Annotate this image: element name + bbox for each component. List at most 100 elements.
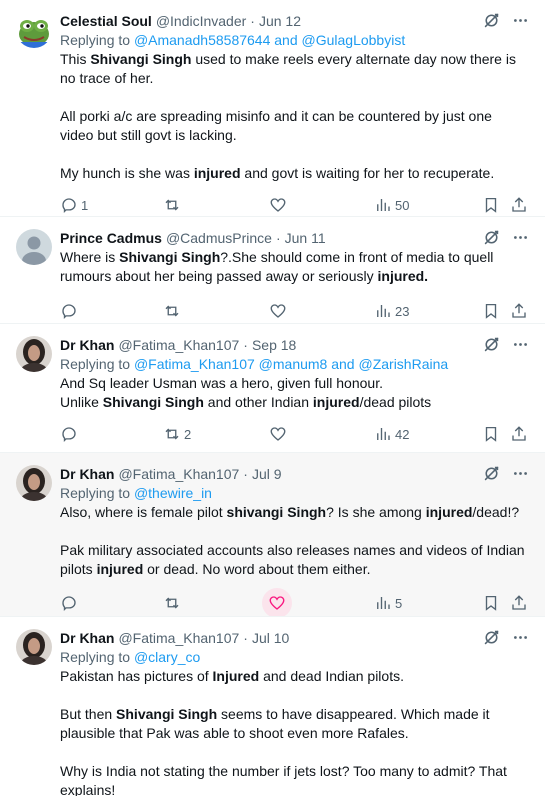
more-dots-icon[interactable] xyxy=(512,336,529,353)
grok-icon[interactable] xyxy=(483,229,500,246)
user-handle[interactable]: @Fatima_Khan107 xyxy=(118,337,239,353)
user-handle[interactable]: @CadmusPrince xyxy=(166,230,272,246)
avatar[interactable] xyxy=(16,629,52,665)
share-button[interactable] xyxy=(510,583,528,616)
display-name[interactable]: Dr Khan xyxy=(60,466,114,482)
tweet-text: This Shivangi Singh used to make reels e… xyxy=(60,50,529,183)
text-run: and govt is waiting for her to recuperat… xyxy=(240,165,495,181)
share-button[interactable] xyxy=(510,185,528,216)
text-run: Unlike xyxy=(60,394,103,410)
user-handle[interactable]: @Fatima_Khan107 xyxy=(118,466,239,482)
tweet-header: Dr Khan @Fatima_Khan107 · Jul 9 xyxy=(60,464,529,484)
replying-to-targets[interactable]: @clary_co xyxy=(134,649,200,665)
views-button[interactable]: 42 xyxy=(374,414,409,452)
avatar[interactable] xyxy=(16,229,52,265)
share-button[interactable] xyxy=(510,414,528,452)
bookmark-button[interactable] xyxy=(482,414,500,452)
tweet-paragraph: Pak military associated accounts also re… xyxy=(60,541,529,579)
views-chart-icon xyxy=(377,305,390,317)
tweet-text: Pakistan has pictures of Injured and dea… xyxy=(60,667,529,796)
replying-to-targets[interactable]: @Fatima_Khan107 @manum8 and @ZarishRaina xyxy=(134,356,448,372)
tweet-paragraph: Also, where is female pilot shivangi Sin… xyxy=(60,503,529,522)
repost-button[interactable] xyxy=(163,291,184,323)
repost-icon xyxy=(165,597,179,609)
grok-icon[interactable] xyxy=(483,336,500,353)
text-run: and other Indian xyxy=(203,394,313,410)
highlighted-keyword: Shivangi Singh xyxy=(90,51,192,67)
post-date[interactable]: Sep 18 xyxy=(252,337,296,353)
text-run: Why is India not stating the number if j… xyxy=(60,763,507,796)
grok-icon[interactable] xyxy=(483,465,500,482)
tweet-header-actions xyxy=(483,12,529,29)
tweet-text: Also, where is female pilot shivangi Sin… xyxy=(60,503,529,579)
grok-icon[interactable] xyxy=(483,12,500,29)
tweet-actions: 2 42 xyxy=(60,414,529,452)
views-chart-icon xyxy=(377,428,390,440)
separator-dot: · xyxy=(243,630,248,646)
tweet-actions: 1 50 xyxy=(60,185,529,216)
replying-to: Replying to @thewire_in xyxy=(60,484,529,503)
tweet[interactable]: Prince Cadmus @CadmusPrince · Jun 11 Whe… xyxy=(0,217,545,324)
avatar[interactable] xyxy=(16,12,52,48)
grok-icon[interactable] xyxy=(483,629,500,646)
tweet[interactable]: Celestial Soul @IndicInvader · Jun 12 Re… xyxy=(0,0,545,217)
views-button[interactable]: 23 xyxy=(374,291,409,323)
tweet[interactable]: Dr Khan @Fatima_Khan107 · Sep 18 Replyin… xyxy=(0,324,545,453)
user-handle[interactable]: @Fatima_Khan107 xyxy=(118,630,239,646)
tweet-header-actions xyxy=(483,336,529,353)
like-button[interactable] xyxy=(269,185,290,216)
tweet-actions: 5 xyxy=(60,583,529,616)
reply-button[interactable] xyxy=(60,291,81,323)
reply-button[interactable] xyxy=(60,583,81,616)
bookmark-button[interactable] xyxy=(482,583,500,616)
like-hover-highlight xyxy=(262,588,292,616)
replying-to-label: Replying to xyxy=(60,649,131,665)
heart-icon xyxy=(269,596,285,610)
views-button[interactable]: 5 xyxy=(374,583,402,616)
display-name[interactable]: Prince Cadmus xyxy=(60,230,162,246)
more-dots-icon[interactable] xyxy=(512,465,529,482)
views-button[interactable]: 50 xyxy=(374,185,410,216)
like-button[interactable] xyxy=(269,414,290,452)
tweet-paragraph: My hunch is she was injured and govt is … xyxy=(60,164,529,183)
reply-button[interactable] xyxy=(60,414,81,452)
repost-button[interactable]: 2 xyxy=(163,414,191,452)
display-name[interactable]: Dr Khan xyxy=(60,337,114,353)
tweet-header: Dr Khan @Fatima_Khan107 · Sep 18 xyxy=(60,335,529,355)
profile-photo-icon xyxy=(16,336,52,372)
replying-to-label: Replying to xyxy=(60,356,131,372)
text-run: This xyxy=(60,51,91,67)
share-button[interactable] xyxy=(510,291,528,323)
like-button[interactable] xyxy=(262,583,295,616)
replying-to: Replying to @clary_co xyxy=(60,648,529,667)
avatar[interactable] xyxy=(16,465,52,501)
bookmark-button[interactable] xyxy=(482,185,500,216)
display-name[interactable]: Celestial Soul xyxy=(60,13,152,29)
replying-to-targets[interactable]: @thewire_in xyxy=(134,485,212,501)
bookmark-icon xyxy=(485,595,497,611)
frog-avatar-icon xyxy=(16,12,52,48)
tweet[interactable]: Dr Khan @Fatima_Khan107 · Jul 10 Replyin… xyxy=(0,617,545,796)
avatar[interactable] xyxy=(16,336,52,372)
replying-to-targets[interactable]: @Amanadh58587644 and @GulagLobbyist xyxy=(134,32,405,48)
bookmark-button[interactable] xyxy=(482,291,500,323)
repost-button[interactable] xyxy=(163,583,184,616)
text-run: /dead pilots xyxy=(359,394,432,410)
text-run: ? Is she among xyxy=(326,504,426,520)
repost-icon xyxy=(165,199,179,211)
text-run: or dead. No word about them either. xyxy=(143,561,371,577)
more-dots-icon[interactable] xyxy=(512,229,529,246)
view-count: 50 xyxy=(395,197,410,213)
like-button[interactable] xyxy=(269,291,290,323)
more-dots-icon[interactable] xyxy=(512,12,529,29)
reply-button[interactable]: 1 xyxy=(60,185,88,216)
post-date[interactable]: Jun 12 xyxy=(259,13,301,29)
tweet[interactable]: Dr Khan @Fatima_Khan107 · Jul 9 Replying… xyxy=(0,453,545,617)
display-name[interactable]: Dr Khan xyxy=(60,630,114,646)
post-date[interactable]: Jul 9 xyxy=(252,466,282,482)
post-date[interactable]: Jul 10 xyxy=(252,630,289,646)
post-date[interactable]: Jun 11 xyxy=(285,230,326,246)
more-dots-icon[interactable] xyxy=(512,629,529,646)
repost-button[interactable] xyxy=(163,185,184,216)
user-handle[interactable]: @IndicInvader xyxy=(156,13,246,29)
